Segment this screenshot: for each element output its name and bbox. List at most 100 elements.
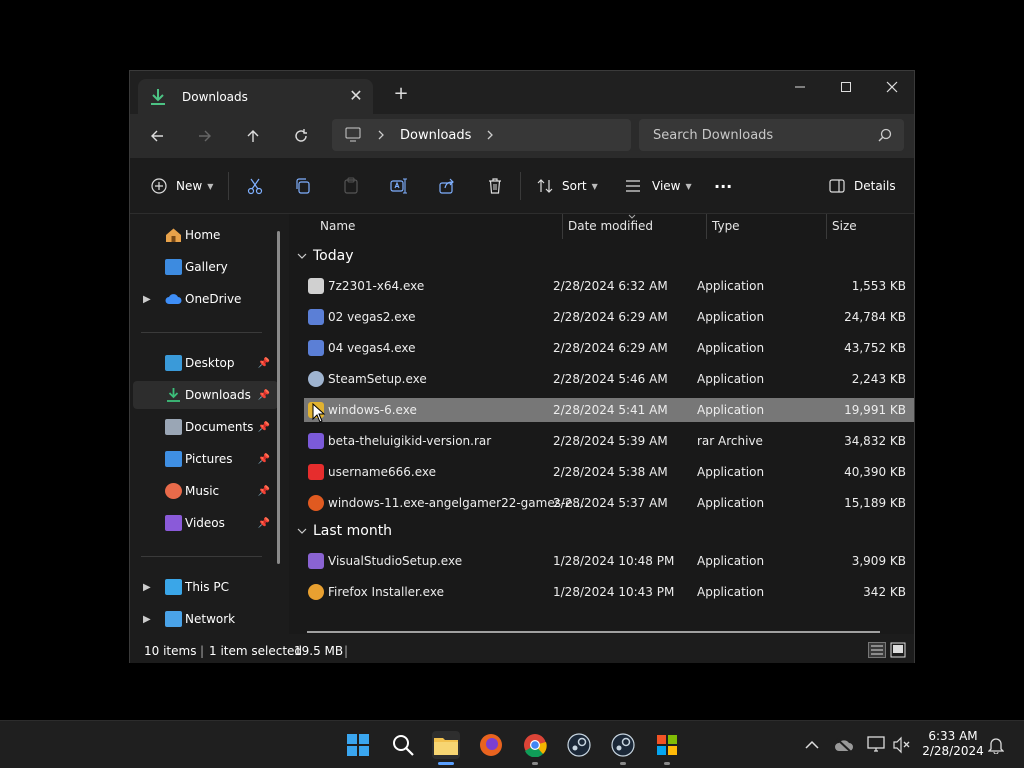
sidebar-item-pictures[interactable]: Pictures 📌 bbox=[133, 445, 278, 473]
file-row[interactable]: Firefox Installer.exe 1/28/2024 10:43 PM… bbox=[304, 580, 914, 604]
file-name: beta-theluigikid-version.rar bbox=[328, 434, 492, 448]
network-tray-button[interactable] bbox=[866, 735, 886, 755]
pictures-icon bbox=[165, 451, 182, 467]
notifications-button[interactable] bbox=[986, 735, 1006, 755]
share-button[interactable] bbox=[438, 174, 456, 198]
column-type[interactable]: Type bbox=[712, 219, 740, 233]
youtube-icon bbox=[308, 464, 324, 480]
chevron-right-icon[interactable]: ▶ bbox=[143, 294, 151, 305]
file-name: VisualStudioSetup.exe bbox=[328, 554, 463, 568]
tiles-view-icon[interactable] bbox=[890, 642, 906, 658]
refresh-button[interactable] bbox=[286, 122, 316, 150]
file-row[interactable]: VisualStudioSetup.exe 1/28/2024 10:48 PM… bbox=[304, 549, 914, 573]
forward-button[interactable] bbox=[190, 122, 220, 150]
column-divider[interactable] bbox=[826, 214, 827, 239]
file-name: windows-6.exe bbox=[328, 403, 417, 417]
taskbar-firefox[interactable] bbox=[477, 731, 505, 759]
taskbar-file-explorer[interactable] bbox=[432, 731, 460, 765]
music-icon bbox=[165, 483, 182, 499]
up-button[interactable] bbox=[238, 122, 268, 150]
file-row[interactable]: 7z2301-x64.exe 2/28/2024 6:32 AM Applica… bbox=[304, 274, 914, 298]
file-list: Name Date modified Type Size Today 7z230… bbox=[289, 214, 914, 634]
sort-button[interactable]: Sort ▼ bbox=[536, 174, 598, 198]
sidebar-item-onedrive[interactable]: ▶ OneDrive bbox=[133, 285, 278, 313]
divider bbox=[228, 172, 229, 200]
column-divider[interactable] bbox=[706, 214, 707, 239]
pin-icon[interactable]: 📌 bbox=[258, 486, 270, 497]
file-date: 2/28/2024 5:39 AM bbox=[553, 434, 668, 448]
column-name[interactable]: Name bbox=[320, 219, 355, 233]
new-tab-button[interactable]: + bbox=[392, 85, 410, 103]
address-bar[interactable]: Downloads bbox=[332, 119, 631, 151]
sidebar-item-this-pc[interactable]: ▶ This PC bbox=[133, 573, 278, 601]
more-options-button[interactable]: ··· bbox=[714, 174, 732, 198]
new-button[interactable]: New ▼ bbox=[150, 174, 213, 198]
taskbar-steam-client[interactable] bbox=[609, 731, 637, 765]
sidebar-item-network[interactable]: ▶ Network bbox=[133, 605, 278, 633]
taskbar-chrome[interactable] bbox=[521, 731, 549, 765]
file-type: Application bbox=[697, 310, 765, 324]
pin-icon[interactable]: 📌 bbox=[258, 518, 270, 529]
details-view-icon[interactable] bbox=[868, 642, 886, 658]
taskbar-windows-xp[interactable] bbox=[653, 731, 681, 765]
horizontal-scrollbar[interactable] bbox=[307, 631, 880, 633]
taskbar-steam[interactable] bbox=[565, 731, 593, 759]
close-button[interactable] bbox=[869, 71, 915, 103]
file-row-selected[interactable]: windows-6.exe 2/28/2024 5:41 AM Applicat… bbox=[304, 398, 914, 422]
file-row[interactable]: windows-11.exe-angelgamer22-games-e... 2… bbox=[304, 491, 914, 515]
sidebar-scrollbar[interactable] bbox=[277, 231, 280, 564]
breadcrumb-downloads[interactable]: Downloads bbox=[400, 128, 471, 143]
arrow-up-icon bbox=[247, 130, 259, 142]
system-clock[interactable]: 6:33 AM 2/28/2024 bbox=[918, 729, 988, 759]
view-button[interactable]: View ▼ bbox=[624, 174, 692, 198]
paste-button[interactable] bbox=[342, 174, 360, 198]
search-icon bbox=[393, 735, 414, 756]
sidebar-item-downloads[interactable]: Downloads 📌 bbox=[133, 381, 278, 409]
volume-tray-button[interactable] bbox=[892, 735, 912, 755]
file-row[interactable]: 04 vegas4.exe 2/28/2024 6:29 AM Applicat… bbox=[304, 336, 914, 360]
volume-muted-icon bbox=[893, 736, 910, 754]
share-icon bbox=[439, 178, 454, 194]
file-row[interactable]: 02 vegas2.exe 2/28/2024 6:29 AM Applicat… bbox=[304, 305, 914, 329]
group-header-today[interactable]: Today bbox=[297, 248, 354, 264]
sidebar-item-documents[interactable]: Documents 📌 bbox=[133, 413, 278, 441]
maximize-button[interactable] bbox=[823, 71, 869, 103]
sidebar-item-music[interactable]: Music 📌 bbox=[133, 477, 278, 505]
tab-downloads[interactable]: Downloads ✕ bbox=[138, 79, 373, 114]
chevron-up-icon bbox=[805, 740, 819, 749]
rename-button[interactable] bbox=[390, 174, 408, 198]
column-date-modified[interactable]: Date modified bbox=[568, 219, 653, 233]
tab-close-icon[interactable]: ✕ bbox=[347, 87, 365, 105]
chevron-right-icon[interactable]: ▶ bbox=[143, 582, 151, 593]
start-button[interactable] bbox=[344, 731, 372, 759]
cut-button[interactable] bbox=[246, 174, 264, 198]
pin-icon[interactable]: 📌 bbox=[258, 422, 270, 433]
column-divider[interactable] bbox=[562, 214, 563, 239]
file-row[interactable]: SteamSetup.exe 2/28/2024 5:46 AM Applica… bbox=[304, 367, 914, 391]
file-row[interactable]: username666.exe 2/28/2024 5:38 AM Applic… bbox=[304, 460, 914, 484]
pin-icon[interactable]: 📌 bbox=[258, 358, 270, 369]
search-input[interactable] bbox=[653, 127, 853, 143]
minimize-button[interactable] bbox=[777, 71, 823, 103]
sidebar-item-home[interactable]: Home bbox=[133, 221, 278, 249]
file-row[interactable]: beta-theluigikid-version.rar 2/28/2024 5… bbox=[304, 429, 914, 453]
column-size[interactable]: Size bbox=[832, 219, 857, 233]
cloud-icon bbox=[165, 291, 182, 307]
taskbar-search-button[interactable] bbox=[389, 731, 417, 759]
onedrive-tray-button[interactable] bbox=[834, 735, 854, 755]
file-date: 2/28/2024 5:37 AM bbox=[553, 496, 668, 510]
pin-icon[interactable]: 📌 bbox=[258, 454, 270, 465]
group-header-last-month[interactable]: Last month bbox=[297, 523, 392, 539]
chevron-right-icon[interactable]: ▶ bbox=[143, 614, 151, 625]
back-button[interactable] bbox=[142, 122, 172, 150]
copy-button[interactable] bbox=[294, 174, 312, 198]
pin-icon[interactable]: 📌 bbox=[258, 390, 270, 401]
details-pane-button[interactable]: Details bbox=[828, 174, 896, 198]
trash-icon bbox=[489, 178, 501, 194]
sidebar-item-desktop[interactable]: Desktop 📌 bbox=[133, 349, 278, 377]
show-hidden-icons-button[interactable] bbox=[802, 735, 822, 755]
sidebar-item-videos[interactable]: Videos 📌 bbox=[133, 509, 278, 537]
sidebar-item-gallery[interactable]: Gallery bbox=[133, 253, 278, 281]
file-type: Application bbox=[697, 279, 765, 293]
delete-button[interactable] bbox=[486, 174, 504, 198]
